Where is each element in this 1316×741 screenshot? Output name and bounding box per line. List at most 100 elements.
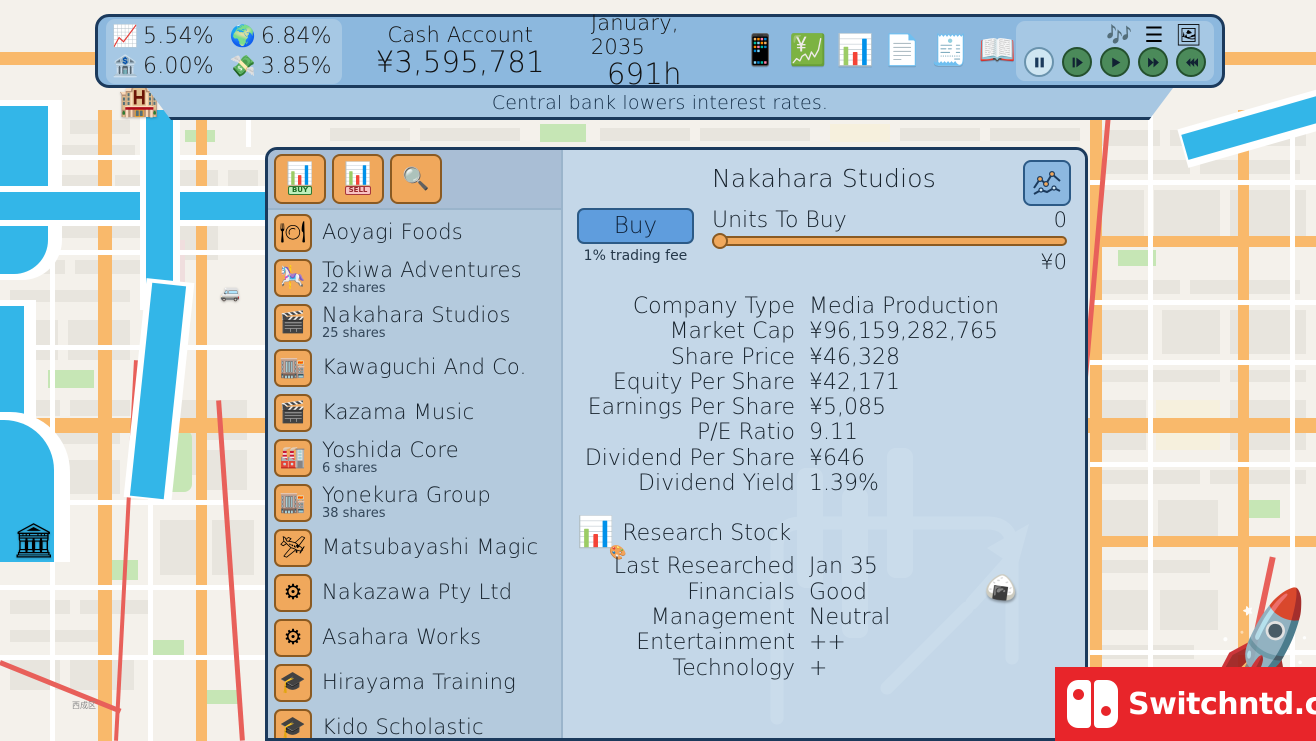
list-item[interactable]: 🎬 Nakahara Studios 25 shares — [268, 300, 561, 345]
table-row: Company Type Media Production — [577, 294, 1071, 319]
bank-icon: 🏦 — [112, 54, 139, 78]
watermark-text: Switchntd.com — [1128, 686, 1316, 722]
table-row: Dividend Per Share ¥646 — [577, 446, 1071, 471]
ultra-fast-button[interactable] — [1176, 47, 1206, 77]
tab-buy[interactable]: 📊 BUY — [274, 154, 326, 204]
list-item[interactable]: 🍽 Aoyagi Foods — [268, 210, 561, 255]
trading-fee-label: 1% trading fee — [583, 248, 688, 264]
list-item[interactable]: 🏭 Yoshida Core 6 shares — [268, 435, 561, 480]
travel-globe-icon: 🛩 — [274, 528, 312, 567]
hours-played-value: 691h — [606, 57, 682, 91]
stock-list-panel: 📊 BUY 📊 SELL 🔍 🍽 Aoyagi Foods 🎠 Tokiwa A… — [268, 150, 563, 738]
table-row: Equity Per Share ¥42,171 — [577, 370, 1071, 395]
table-row: Share Price ¥46,328 — [577, 345, 1071, 370]
map-vehicle-icon: 🚐 — [220, 285, 240, 302]
stat-value: Good — [809, 579, 867, 605]
oil-rig-icon: 🏭 — [274, 438, 312, 477]
stat-label: Financials — [687, 579, 795, 605]
stat-label: Management — [650, 604, 795, 630]
indicator-world-market-rate: 🌍 6.84% — [230, 22, 332, 51]
buy-button[interactable]: Buy — [577, 208, 694, 244]
world-market-icon: 🌍 — [229, 24, 257, 48]
food-icon: 🍽 — [274, 213, 312, 252]
money-burning-icon: 💸 — [229, 54, 257, 78]
stat-value: Media Production — [809, 294, 1000, 319]
slider-handle[interactable] — [712, 233, 728, 249]
stat-value: ¥46,328 — [809, 344, 900, 370]
market-growth-rate-value: 5.54% — [143, 23, 214, 49]
stat-label: Market Cap — [669, 319, 795, 345]
stock-shares: 6 shares — [322, 460, 378, 476]
stat-label: Dividend Yield — [638, 471, 795, 497]
list-item[interactable]: 🛩 Matsubayashi Magic — [268, 525, 561, 570]
warehouse-icon: 🏬 — [274, 483, 312, 522]
tab-buy-label: BUY — [287, 186, 313, 195]
interest-rate-value: 6.00% — [143, 53, 214, 79]
list-item[interactable]: 🏬 Kawaguchi And Co. — [268, 345, 561, 390]
units-to-buy-label: Units To Buy — [712, 208, 847, 233]
stat-label: Share Price — [670, 344, 795, 370]
table-row: P/E Ratio 9.11 — [577, 420, 1071, 445]
play-slow-button[interactable] — [1062, 47, 1092, 77]
stock-chart-tablet-icon[interactable]: 📊 — [837, 36, 874, 66]
financial-statement-icon[interactable]: 🧾 — [931, 36, 968, 66]
candlestick-icon: 📊 — [286, 161, 314, 186]
stat-label: P/E Ratio — [696, 420, 795, 446]
stat-value: + — [809, 655, 828, 681]
play-button[interactable] — [1100, 47, 1130, 77]
list-item[interactable]: 🏬 Yonekura Group 38 shares — [268, 480, 561, 525]
speed-controls — [1024, 47, 1206, 77]
list-item[interactable]: 🎓 Kido Scholastic — [268, 705, 561, 738]
research-stock-button[interactable]: 📊 Research Stock 🎨 — [577, 518, 1071, 561]
stat-label: Earnings Per Share — [587, 395, 795, 421]
stock-list[interactable]: 🍽 Aoyagi Foods 🎠 Tokiwa Adventures 22 sh… — [268, 210, 561, 738]
stat-value: ¥96,159,282,765 — [809, 319, 998, 345]
hud-tool-buttons: 📱 💹 📊 📄 🧾 📖 — [742, 36, 1016, 66]
options-list-icon[interactable]: ☰ — [1145, 25, 1164, 46]
list-item[interactable]: ⚙ Asahara Works — [268, 615, 561, 660]
stat-value: ¥5,085 — [809, 395, 886, 421]
economy-indicators: 📈 5.54% 🏦 6.00% 🌍 6.84% 💸 3.85% — [106, 18, 342, 84]
tab-research[interactable]: 🔍 — [390, 154, 442, 204]
map-bank-building-icon: 🏛 — [12, 522, 56, 560]
encyclopedia-book-icon[interactable]: 📖 — [979, 36, 1016, 66]
list-item[interactable]: 🎠 Tokiwa Adventures 22 shares — [268, 255, 561, 300]
avatar-profile-icon[interactable]: 🖼 — [1175, 25, 1202, 46]
indicator-inflation-rate: 💸 3.85% — [230, 52, 332, 81]
phone-messages-icon[interactable]: 📱 — [742, 36, 779, 66]
stock-shares: 38 shares — [322, 505, 386, 521]
news-ticker: Central bank lowers interest rates. — [123, 88, 1197, 120]
stock-name: Matsubayashi Magic — [322, 534, 539, 559]
stat-value: ¥646 — [809, 445, 865, 471]
page-title: Nakahara Studios — [712, 164, 936, 193]
company-stats-table: Company Type Media Production Market Cap… — [577, 294, 1071, 496]
stock-name: Yoshida Core — [322, 437, 459, 462]
cash-account-value: ¥3,595,781 — [375, 45, 545, 79]
fast-forward-button[interactable] — [1138, 47, 1168, 77]
industries-network-icon[interactable]: 💹 — [789, 36, 826, 66]
stock-name: Aoyagi Foods — [322, 219, 463, 244]
list-item[interactable]: ⚙ Nakazawa Pty Ltd — [268, 570, 561, 615]
music-icon[interactable]: 🎶 — [1106, 25, 1132, 46]
clapperboard-icon: 🎬 — [274, 393, 312, 432]
chart-icon[interactable] — [1023, 160, 1071, 206]
tab-sell[interactable]: 📊 SELL — [332, 154, 384, 204]
reports-documents-icon[interactable]: 📄 — [884, 36, 921, 66]
list-item[interactable]: 🎬 Kazama Music — [268, 390, 561, 435]
pause-button[interactable] — [1024, 47, 1054, 77]
units-to-buy-slider[interactable] — [712, 233, 1067, 249]
stat-label: Technology — [672, 655, 795, 681]
switch-console-icon — [1067, 680, 1118, 728]
world-market-rate-value: 6.84% — [260, 23, 332, 49]
indicator-market-growth-rate: 📈 5.54% — [112, 22, 214, 51]
stock-tab-bar: 📊 BUY 📊 SELL 🔍 — [268, 150, 561, 210]
date-block: January, 2035 691h — [591, 11, 698, 91]
warehouse-icon: 🏬 — [274, 348, 312, 387]
candlestick-icon: 📊 — [344, 161, 372, 186]
stat-value: Jan 35 — [809, 554, 878, 580]
list-item[interactable]: 🎓 Hirayama Training — [268, 660, 561, 705]
cash-account-label: Cash Account — [387, 23, 534, 47]
stat-value: Neutral — [809, 604, 891, 630]
stat-label: Dividend Per Share — [584, 445, 795, 471]
cash-account-block: Cash Account ¥3,595,781 — [376, 23, 545, 79]
